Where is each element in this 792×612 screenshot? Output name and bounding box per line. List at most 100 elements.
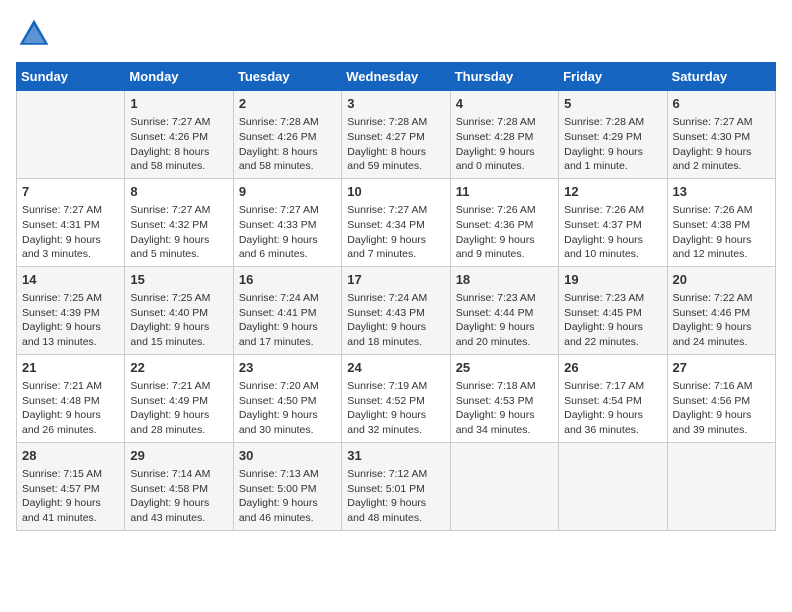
calendar-cell (17, 91, 125, 179)
day-info: and 41 minutes. (22, 511, 119, 526)
day-info: Daylight: 9 hours (22, 408, 119, 423)
day-number: 3 (347, 95, 444, 113)
day-number: 7 (22, 183, 119, 201)
calendar-cell: 17Sunrise: 7:24 AMSunset: 4:43 PMDayligh… (342, 266, 450, 354)
day-info: Daylight: 9 hours (673, 233, 770, 248)
header (16, 16, 776, 52)
day-number: 28 (22, 447, 119, 465)
day-info: Daylight: 9 hours (22, 233, 119, 248)
day-info: Sunset: 4:26 PM (239, 130, 336, 145)
day-number: 25 (456, 359, 553, 377)
calendar-cell (667, 442, 775, 530)
day-number: 15 (130, 271, 227, 289)
day-number: 4 (456, 95, 553, 113)
day-info: Sunrise: 7:22 AM (673, 291, 770, 306)
day-info: Sunset: 5:01 PM (347, 482, 444, 497)
day-number: 13 (673, 183, 770, 201)
weekday-header-sunday: Sunday (17, 63, 125, 91)
day-info: Daylight: 9 hours (239, 408, 336, 423)
day-number: 8 (130, 183, 227, 201)
calendar-cell: 31 Sunrise: 7:12 AMSunset: 5:01 PMDayligh… (342, 442, 450, 530)
day-info: Daylight: 9 hours (130, 496, 227, 511)
day-info: Sunrise: 7:21 AM (22, 379, 119, 394)
calendar-table: SundayMondayTuesdayWednesdayThursdayFrid… (16, 62, 776, 531)
calendar-header-row: SundayMondayTuesdayWednesdayThursdayFrid… (17, 63, 776, 91)
calendar-cell: 4Sunrise: 7:28 AMSunset: 4:28 PMDaylight… (450, 91, 558, 179)
day-number: 21 (22, 359, 119, 377)
day-info: and 39 minutes. (673, 423, 770, 438)
day-info: and 0 minutes. (456, 159, 553, 174)
day-info: Sunset: 4:33 PM (239, 218, 336, 233)
day-info: Sunrise: 7:18 AM (456, 379, 553, 394)
day-info: and 28 minutes. (130, 423, 227, 438)
day-info: Sunset: 4:46 PM (673, 306, 770, 321)
calendar-cell: 24Sunrise: 7:19 AMSunset: 4:52 PMDayligh… (342, 354, 450, 442)
day-info: Daylight: 9 hours (564, 145, 661, 160)
day-info: Sunset: 4:26 PM (130, 130, 227, 145)
day-number: 6 (673, 95, 770, 113)
day-info: Daylight: 9 hours (239, 496, 336, 511)
day-info: Daylight: 9 hours (347, 320, 444, 335)
day-info: Daylight: 8 hours (130, 145, 227, 160)
weekday-header-tuesday: Tuesday (233, 63, 341, 91)
day-info: Sunrise: 7:27 AM (239, 203, 336, 218)
week-row-2: 7Sunrise: 7:27 AMSunset: 4:31 PMDaylight… (17, 178, 776, 266)
day-info: Sunrise: 7:15 AM (22, 467, 119, 482)
day-info: and 6 minutes. (239, 247, 336, 262)
day-info: and 22 minutes. (564, 335, 661, 350)
day-info: and 20 minutes. (456, 335, 553, 350)
calendar-cell: 13Sunrise: 7:26 AMSunset: 4:38 PMDayligh… (667, 178, 775, 266)
day-info: Daylight: 9 hours (347, 233, 444, 248)
day-info: and 58 minutes. (130, 159, 227, 174)
day-number: 20 (673, 271, 770, 289)
day-info: and 7 minutes. (347, 247, 444, 262)
day-info: and 24 minutes. (673, 335, 770, 350)
day-info: Sunrise: 7:12 AM (347, 467, 444, 482)
day-info: Daylight: 9 hours (564, 408, 661, 423)
day-info: Sunrise: 7:27 AM (130, 115, 227, 130)
calendar-cell: 29Sunrise: 7:14 AMSunset: 4:58 PMDayligh… (125, 442, 233, 530)
day-info: Sunset: 4:41 PM (239, 306, 336, 321)
day-info: Daylight: 9 hours (22, 496, 119, 511)
day-info: Daylight: 9 hours (22, 320, 119, 335)
day-number: 12 (564, 183, 661, 201)
day-number: 23 (239, 359, 336, 377)
day-info: Daylight: 9 hours (564, 320, 661, 335)
day-info: Daylight: 9 hours (673, 145, 770, 160)
weekday-header-thursday: Thursday (450, 63, 558, 91)
calendar-cell: 26Sunrise: 7:17 AMSunset: 4:54 PMDayligh… (559, 354, 667, 442)
day-info: Sunrise: 7:21 AM (130, 379, 227, 394)
day-info: and 59 minutes. (347, 159, 444, 174)
weekday-header-monday: Monday (125, 63, 233, 91)
day-info: Daylight: 9 hours (130, 408, 227, 423)
day-info: Sunrise: 7:23 AM (456, 291, 553, 306)
day-info: Sunrise: 7:27 AM (347, 203, 444, 218)
day-info: Sunset: 4:29 PM (564, 130, 661, 145)
day-info: and 58 minutes. (239, 159, 336, 174)
day-info: and 34 minutes. (456, 423, 553, 438)
calendar-cell: 22Sunrise: 7:21 AMSunset: 4:49 PMDayligh… (125, 354, 233, 442)
calendar-cell: 11Sunrise: 7:26 AMSunset: 4:36 PMDayligh… (450, 178, 558, 266)
day-info: Daylight: 9 hours (673, 320, 770, 335)
day-info: Daylight: 9 hours (347, 496, 444, 511)
day-info: Sunset: 4:58 PM (130, 482, 227, 497)
calendar-cell: 19Sunrise: 7:23 AMSunset: 4:45 PMDayligh… (559, 266, 667, 354)
day-info: Sunrise: 7:28 AM (239, 115, 336, 130)
day-info: Sunset: 4:48 PM (22, 394, 119, 409)
day-info: Sunset: 4:43 PM (347, 306, 444, 321)
day-info: and 46 minutes. (239, 511, 336, 526)
day-info: Sunset: 4:36 PM (456, 218, 553, 233)
day-number: 27 (673, 359, 770, 377)
day-number: 30 (239, 447, 336, 465)
day-info: Sunset: 4:37 PM (564, 218, 661, 233)
day-info: and 17 minutes. (239, 335, 336, 350)
calendar-cell: 3Sunrise: 7:28 AMSunset: 4:27 PMDaylight… (342, 91, 450, 179)
day-number: 2 (239, 95, 336, 113)
week-row-1: 1Sunrise: 7:27 AMSunset: 4:26 PMDaylight… (17, 91, 776, 179)
day-number: 31 (347, 447, 444, 465)
day-info: and 32 minutes. (347, 423, 444, 438)
day-number: 26 (564, 359, 661, 377)
day-info: and 10 minutes. (564, 247, 661, 262)
day-info: Sunrise: 7:26 AM (673, 203, 770, 218)
day-info: Sunrise: 7:23 AM (564, 291, 661, 306)
